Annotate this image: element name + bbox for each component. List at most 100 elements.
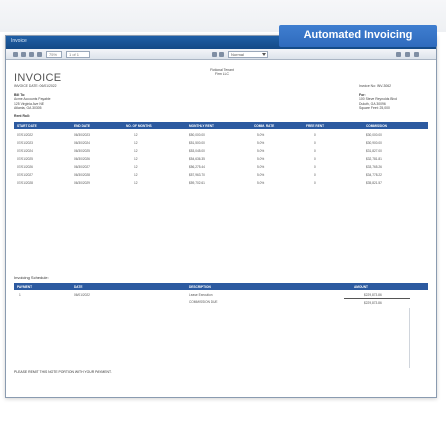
invoice-title: INVOICE <box>14 72 62 84</box>
col-monthly-rent: MONTHLY RENT <box>189 123 214 128</box>
invoice-date: INVOICE DATE: 06/01/2022 <box>14 84 57 88</box>
table-cell: 0 <box>314 149 316 153</box>
table-cell: $54,636.35 <box>189 157 205 161</box>
table-cell: 0 <box>314 141 316 145</box>
table-cell: 12 <box>134 165 138 169</box>
table-cell: 5.0% <box>257 181 265 185</box>
find-icon[interactable] <box>396 52 401 57</box>
table-cell: $34,778.22 <box>366 173 382 177</box>
commission-due-amount: $229,873.86 <box>364 301 382 305</box>
firm-header: Fictional Tenant Firm LLC <box>192 68 252 76</box>
due-rule <box>344 298 410 299</box>
for-line: 100 Steve Reynolds Blvd <box>359 97 397 102</box>
table-cell: $32,781.81 <box>366 157 382 161</box>
commission-due-label: COMMISSION DUE <box>189 300 218 304</box>
invoice-document: INVOICE INVOICE DATE: 06/01/2022 Fiction… <box>14 68 428 390</box>
table-cell: 5.0% <box>257 149 265 153</box>
table-cell: 12 <box>134 149 138 153</box>
table-cell: $53,045.00 <box>189 149 205 153</box>
settings-icon[interactable] <box>405 52 410 57</box>
margin-rule <box>409 308 410 368</box>
schedule-payment: 1 <box>19 293 21 297</box>
table-cell: 12 <box>134 157 138 161</box>
schedule-title: Invoicing Schedule: <box>14 275 49 280</box>
table-cell: 06/30/2023 <box>74 133 90 137</box>
schedule-description: Lease Execution <box>189 293 213 297</box>
firm-line-2: Firm LLC <box>215 72 229 76</box>
automated-invoicing-badge: Automated Invoicing <box>279 25 437 47</box>
table-cell: 12 <box>134 181 138 185</box>
table-cell: $31,827.00 <box>366 149 382 153</box>
print-icon[interactable] <box>37 52 42 57</box>
table-cell: 12 <box>134 173 138 177</box>
schedule-date: 06/01/2022 <box>74 293 90 297</box>
table-cell: 06/30/2026 <box>74 157 90 161</box>
new-icon[interactable] <box>13 52 18 57</box>
table-cell: 07/01/2027 <box>17 173 33 177</box>
table-cell: 5.0% <box>257 157 265 161</box>
table-cell: $50,000.00 <box>189 133 205 137</box>
badge-label: Automated Invoicing <box>303 29 413 41</box>
chevron-down-icon <box>262 53 266 56</box>
col-payment: PAYMENT <box>17 284 33 289</box>
col-comm-rate: COMM. RATE <box>254 123 275 128</box>
col-months: NO. OF MONTHS <box>126 123 152 128</box>
col-date: DATE <box>74 284 83 289</box>
remit-note: PLEASE REMIT THIS NOTE PORTION WITH YOUR… <box>14 370 112 374</box>
col-amount: AMOUNT <box>354 284 368 289</box>
table-cell: 5.0% <box>257 165 265 169</box>
bold-icon[interactable] <box>212 52 217 57</box>
style-dropdown[interactable]: Normal <box>228 51 268 58</box>
table-cell: 06/30/2027 <box>74 165 90 169</box>
schedule-header: PAYMENT DATE DESCRIPTION AMOUNT <box>14 283 428 290</box>
bill-to-block: Bill To: Acme Accounts Payable 125 Virgi… <box>14 93 51 110</box>
table-cell: 12 <box>134 133 138 137</box>
table-cell: $56,275.44 <box>189 165 205 169</box>
invoice-number: Invoice No: INV-3062 <box>359 84 392 88</box>
for-block: For: 100 Steve Reynolds Blvd Duluth, GA … <box>359 93 397 110</box>
italic-icon[interactable] <box>219 52 224 57</box>
table-cell: 06/30/2025 <box>74 149 90 153</box>
table-cell: $57,963.70 <box>189 173 205 177</box>
col-description: DESCRIPTION <box>189 284 211 289</box>
table-cell: $59,702.61 <box>189 181 205 185</box>
table-cell: $30,000.00 <box>366 133 382 137</box>
rent-roll-label: Rent Roll: <box>14 114 31 118</box>
col-start-date: START DATE <box>17 123 37 128</box>
table-cell: 07/01/2028 <box>17 181 33 185</box>
col-end-date: END DATE <box>74 123 91 128</box>
table-cell: 12 <box>134 141 138 145</box>
table-cell: $35,821.57 <box>366 181 382 185</box>
document-window: Invoice 75% 1 of 1 Normal INVOICE INVOIC… <box>5 35 437 398</box>
table-cell: 5.0% <box>257 141 265 145</box>
toolbar: 75% 1 of 1 Normal <box>6 49 436 60</box>
table-cell: 0 <box>314 173 316 177</box>
table-cell: 0 <box>314 157 316 161</box>
bill-to-line: Atlanta, GA 30305 <box>14 105 42 110</box>
table-cell: $51,500.00 <box>189 141 205 145</box>
col-commission: COMMISSION <box>366 123 387 128</box>
window-title: Invoice <box>11 38 27 44</box>
schedule-amount: $229,873.86 <box>364 293 382 297</box>
table-cell: 07/01/2023 <box>17 141 33 145</box>
table-cell: 0 <box>314 181 316 185</box>
table-cell: 07/01/2022 <box>17 133 33 137</box>
style-value: Normal <box>231 52 244 57</box>
table-cell: $33,765.26 <box>366 165 382 169</box>
table-cell: 5.0% <box>257 173 265 177</box>
table-cell: 5.0% <box>257 133 265 137</box>
open-icon[interactable] <box>21 52 26 57</box>
zoom-field[interactable]: 75% <box>46 51 62 58</box>
for-line: Square Feet: 25,000 <box>359 105 390 110</box>
table-cell: 06/30/2028 <box>74 173 90 177</box>
help-icon[interactable] <box>414 52 419 57</box>
table-cell: 0 <box>314 165 316 169</box>
table-cell: 07/01/2025 <box>17 157 33 161</box>
bill-to-line: Acme Accounts Payable <box>14 97 51 102</box>
page-field[interactable]: 1 of 1 <box>66 51 90 58</box>
col-free-rent: FREE RENT <box>306 123 325 128</box>
table-cell: 06/30/2024 <box>74 141 90 145</box>
save-icon[interactable] <box>29 52 34 57</box>
table-cell: 07/01/2024 <box>17 149 33 153</box>
table-cell: 07/01/2026 <box>17 165 33 169</box>
